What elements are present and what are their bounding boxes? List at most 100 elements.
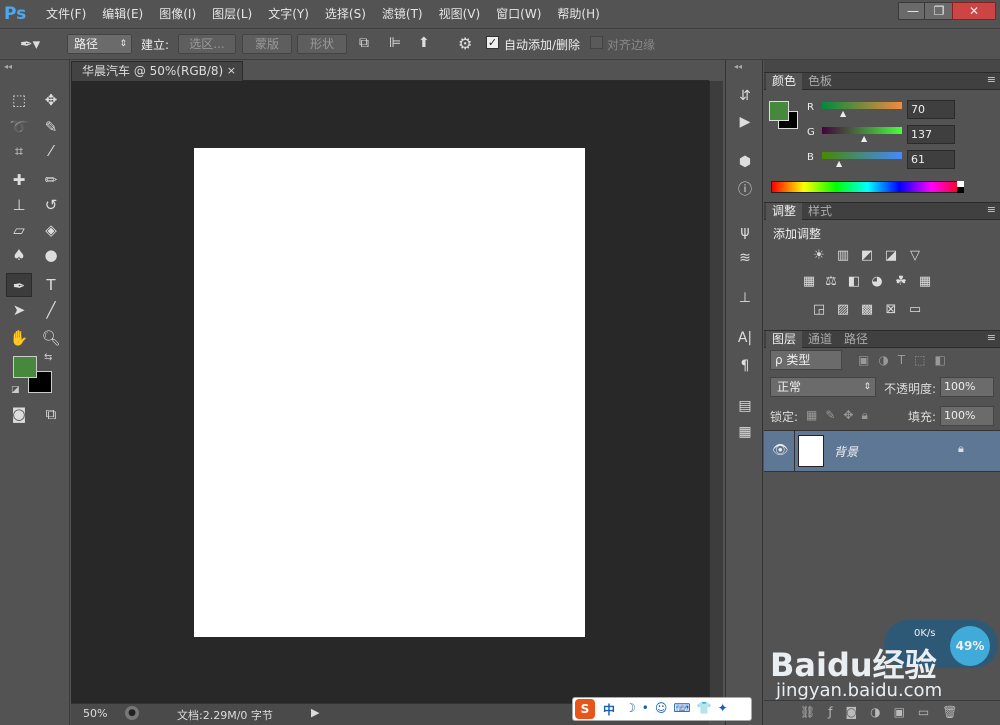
panel-menu-icon[interactable]: ≡ bbox=[987, 73, 996, 86]
zoom-level[interactable]: 50% bbox=[83, 707, 107, 720]
blend-mode-select[interactable]: 正常 ⇕ bbox=[770, 377, 876, 397]
3d-panel-icon[interactable]: ⬢ bbox=[734, 152, 756, 172]
clone-source-icon[interactable]: ⊥ bbox=[734, 288, 756, 308]
menu-filter[interactable]: 滤镜(T) bbox=[374, 0, 431, 28]
panel-menu-icon[interactable]: ≡ bbox=[987, 203, 996, 216]
screen-mode-icon[interactable]: ⧉ bbox=[38, 402, 64, 426]
selection-button[interactable]: 选区... bbox=[178, 34, 236, 54]
move-tool-icon[interactable]: ✥ bbox=[38, 88, 64, 112]
menu-select[interactable]: 选择(S) bbox=[317, 0, 374, 28]
character-panel-icon[interactable]: A| bbox=[734, 328, 756, 348]
color-lookup-icon[interactable]: ▦ bbox=[916, 274, 934, 290]
black-white-icon[interactable]: ◧ bbox=[845, 274, 863, 290]
color-balance-icon[interactable]: ⚖ bbox=[822, 274, 840, 290]
levels-icon[interactable]: ▥ bbox=[834, 248, 852, 264]
color-panel-foreground-swatch[interactable] bbox=[769, 101, 789, 121]
gear-icon[interactable]: ⚙ bbox=[458, 34, 472, 53]
eyedropper-tool-icon[interactable]: ⁄ bbox=[38, 139, 64, 163]
document-tab[interactable]: 华晨汽车 @ 50%(RGB/8) × bbox=[71, 61, 243, 81]
quick-mask-icon[interactable]: ◙ bbox=[6, 402, 32, 426]
restore-button[interactable]: ❐ bbox=[924, 2, 954, 20]
status-info-icon[interactable]: ● bbox=[125, 706, 139, 720]
layer-action-icons[interactable]: ⛓ƒ◙◑▣▭🗑︎ bbox=[800, 705, 970, 719]
curves-icon[interactable]: ◩ bbox=[858, 248, 876, 264]
menu-help[interactable]: 帮助(H) bbox=[549, 0, 607, 28]
history-brush-tool-icon[interactable]: ↺ bbox=[38, 193, 64, 217]
shape-button[interactable]: 形状 bbox=[297, 34, 347, 54]
dodge-tool-icon[interactable]: ● bbox=[38, 243, 64, 267]
b-slider-handle-icon[interactable]: ▲ bbox=[836, 159, 842, 168]
menu-type[interactable]: 文字(Y) bbox=[260, 0, 317, 28]
canvas[interactable] bbox=[194, 148, 585, 637]
g-slider-handle-icon[interactable]: ▲ bbox=[861, 134, 867, 143]
hue-saturation-icon[interactable]: ▦ bbox=[800, 274, 818, 290]
g-value-field[interactable]: 137 bbox=[907, 125, 955, 144]
history-panel-icon[interactable]: ⇵ bbox=[734, 86, 756, 106]
eraser-tool-icon[interactable]: ▱ bbox=[6, 218, 32, 242]
notes-panel-icon[interactable]: ▦ bbox=[734, 422, 756, 442]
path-alignment-icon[interactable]: ⊫ bbox=[389, 35, 401, 51]
brightness-contrast-icon[interactable]: ☀ bbox=[810, 248, 828, 264]
menu-layer[interactable]: 图层(L) bbox=[204, 0, 260, 28]
tab-swatches[interactable]: 色板 bbox=[802, 73, 838, 90]
sogou-logo-icon[interactable]: S bbox=[575, 699, 595, 719]
type-tool-icon[interactable]: T bbox=[38, 273, 64, 297]
b-slider[interactable] bbox=[822, 152, 902, 159]
crop-tool-icon[interactable]: ⌗ bbox=[6, 139, 32, 163]
color-spectrum-ramp[interactable] bbox=[771, 181, 964, 193]
align-edges-checkbox[interactable] bbox=[590, 36, 603, 49]
exposure-icon[interactable]: ◪ bbox=[882, 248, 900, 264]
ime-tool-icons[interactable]: ☽•☺⌨👕✦ bbox=[625, 701, 734, 715]
default-colors-icon[interactable]: ◪ bbox=[11, 385, 20, 395]
menu-image[interactable]: 图像(I) bbox=[151, 0, 204, 28]
expand-dock-icon[interactable]: ◂◂ bbox=[734, 62, 742, 71]
marquee-tool-icon[interactable]: ⬚ bbox=[6, 88, 32, 112]
layer-filter-icons[interactable]: ▣◑T⬚◧ bbox=[858, 353, 955, 367]
path-arrangement-icon[interactable]: ⬆ bbox=[418, 35, 430, 51]
mask-button[interactable]: 蒙版 bbox=[242, 34, 292, 54]
threshold-icon[interactable]: ▩ bbox=[858, 302, 876, 318]
close-window-button[interactable]: ✕ bbox=[952, 2, 996, 20]
ime-mode[interactable]: 中 bbox=[603, 701, 615, 718]
r-value-field[interactable]: 70 bbox=[907, 100, 955, 119]
properties-panel-icon[interactable]: ▤ bbox=[734, 396, 756, 416]
spectrum-black-chip[interactable] bbox=[957, 187, 964, 193]
brush-presets-icon[interactable]: ≋ bbox=[734, 248, 756, 268]
paint-bucket-tool-icon[interactable]: ◈ bbox=[38, 218, 64, 242]
invert-icon[interactable]: ◲ bbox=[810, 302, 828, 318]
vibrance-icon[interactable]: ▽ bbox=[906, 248, 924, 264]
menu-window[interactable]: 窗口(W) bbox=[488, 0, 549, 28]
blur-tool-icon[interactable]: ♠ bbox=[6, 243, 32, 267]
zoom-tool-icon[interactable]: 🔍︎ bbox=[38, 326, 64, 350]
line-tool-icon[interactable]: ╱ bbox=[38, 298, 64, 322]
selective-color-icon[interactable]: ⊠ bbox=[882, 302, 900, 318]
layer-row-background[interactable]: 👁︎ 背景 🔒︎ bbox=[764, 430, 1000, 472]
posterize-icon[interactable]: ▨ bbox=[834, 302, 852, 318]
swap-colors-icon[interactable]: ⇆ bbox=[44, 352, 52, 363]
menu-file[interactable]: 文件(F) bbox=[38, 0, 94, 28]
healing-brush-tool-icon[interactable]: ✚ bbox=[6, 168, 32, 192]
clone-stamp-tool-icon[interactable]: ⊥ bbox=[6, 193, 32, 217]
tab-channels[interactable]: 通道 bbox=[802, 331, 838, 348]
layer-filter-select[interactable]: ρ 类型 bbox=[770, 350, 842, 370]
brush-tool-icon[interactable]: ✏ bbox=[38, 168, 64, 192]
path-operations-icon[interactable]: ⧉ bbox=[359, 35, 369, 51]
close-document-icon[interactable]: × bbox=[227, 62, 236, 80]
path-selection-tool-icon[interactable]: ➤ bbox=[6, 298, 32, 322]
vertical-scrollbar[interactable] bbox=[709, 81, 723, 703]
status-menu-arrow-icon[interactable]: ▶ bbox=[311, 706, 319, 719]
b-value-field[interactable]: 61 bbox=[907, 150, 955, 169]
tab-adjustments[interactable]: 调整 bbox=[766, 203, 803, 220]
g-slider[interactable] bbox=[822, 127, 902, 134]
pen-tool-preset-icon[interactable]: ✒▾ bbox=[20, 35, 40, 53]
lock-options-icons[interactable]: ▦✎✥🔒︎ bbox=[806, 408, 876, 423]
menu-edit[interactable]: 编辑(E) bbox=[94, 0, 151, 28]
r-slider-handle-icon[interactable]: ▲ bbox=[840, 109, 846, 118]
visibility-eye-icon[interactable]: 👁︎ bbox=[772, 443, 789, 458]
info-panel-icon[interactable]: ⓘ bbox=[734, 180, 756, 200]
fill-field[interactable]: 100% bbox=[940, 406, 994, 426]
channel-mixer-icon[interactable]: ☘ bbox=[892, 274, 910, 290]
hand-tool-icon[interactable]: ✋ bbox=[6, 326, 32, 350]
panel-menu-icon[interactable]: ≡ bbox=[987, 331, 996, 344]
actions-panel-icon[interactable]: ▶ bbox=[734, 112, 756, 132]
